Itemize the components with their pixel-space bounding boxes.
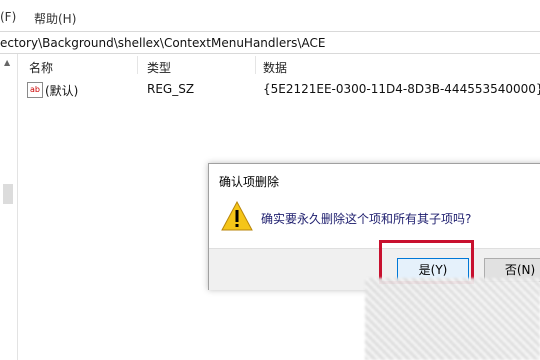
dialog-message: 确实要永久删除这个项和所有其子项吗? (261, 212, 472, 226)
address-bar[interactable]: ectory\Background\shellex\ContextMenuHan… (0, 31, 540, 54)
value-data: {5E2121EE-0300-11D4-8D3B-444553540000} (263, 82, 540, 96)
value-name: (默认) (45, 84, 79, 98)
menu-file[interactable]: (F) (0, 10, 16, 24)
column-type[interactable]: 类型 (147, 59, 171, 76)
column-data[interactable]: 数据 (263, 59, 287, 76)
menu-help[interactable]: 帮助(H) (34, 10, 76, 27)
column-header: 名称 类型 数据 (19, 54, 540, 76)
column-separator[interactable] (255, 56, 256, 74)
scrollbar-thumb[interactable] (3, 184, 13, 204)
scroll-up-icon[interactable]: ▲ (4, 58, 10, 67)
warning-icon (221, 201, 253, 231)
list-item[interactable]: ab (默认) REG_SZ {5E2121EE-0300-11D4-8D3B-… (19, 80, 540, 100)
column-separator[interactable] (137, 56, 138, 74)
key-tree-pane[interactable]: ▲ (0, 54, 18, 360)
column-name[interactable]: 名称 (29, 59, 53, 76)
menu-bar: (F) 帮助(H) (0, 0, 540, 30)
string-value-icon: ab (27, 82, 43, 98)
value-type: REG_SZ (147, 82, 195, 96)
blurred-watermark (365, 278, 540, 360)
dialog-title: 确认项删除 (219, 175, 280, 189)
address-path: ectory\Background\shellex\ContextMenuHan… (0, 36, 326, 50)
dialog-body: 确实要永久删除这个项和所有其子项吗? (209, 194, 540, 244)
confirm-delete-dialog: 确认项删除 确实要永久删除这个项和所有其子项吗? 是(Y) 否(N) (208, 163, 540, 290)
